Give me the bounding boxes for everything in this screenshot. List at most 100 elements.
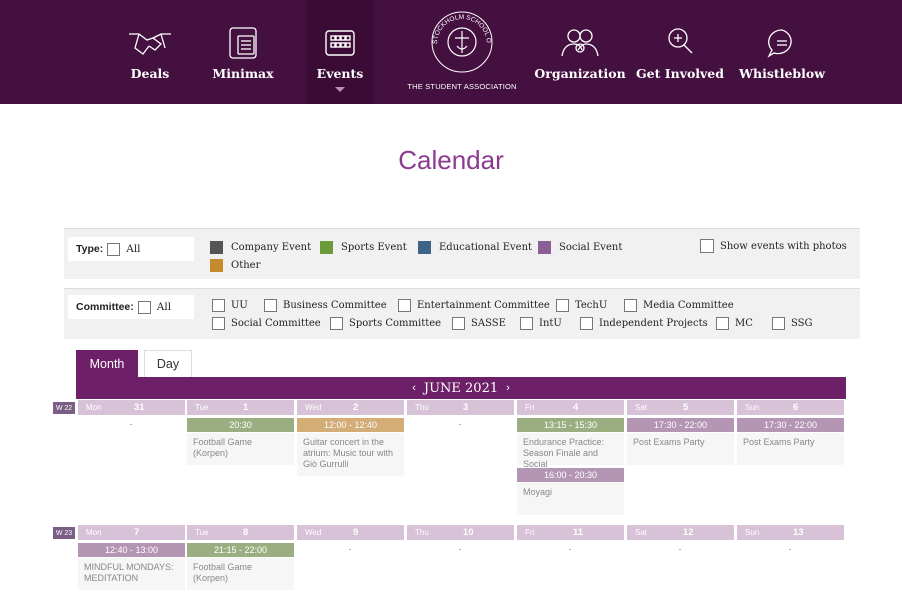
day-header[interactable]: Tue 8 (187, 525, 294, 540)
committee-filter-social[interactable]: Social Committee (208, 317, 321, 330)
event-title[interactable]: Post Exams Party (737, 433, 844, 465)
type-filter-label: Type: All (68, 237, 194, 261)
committee-all-checkbox[interactable] (137, 300, 151, 314)
day-header[interactable]: Sun 13 (737, 525, 844, 540)
event-title[interactable]: MINDFUL MONDAYS: MEDITATION (78, 558, 185, 590)
people-icon (561, 29, 599, 57)
event-time[interactable]: 13:15 - 15:30 (517, 418, 624, 432)
nav-organization[interactable]: Organization (534, 0, 626, 104)
checkbox[interactable] (716, 317, 729, 330)
committee-filter-ssg[interactable]: SSG (768, 317, 813, 330)
nav-minimax[interactable]: Minimax (206, 0, 280, 104)
event-title[interactable]: Football Game (Korpen) (187, 558, 294, 590)
day-name: Mon (86, 403, 102, 412)
event-title[interactable]: Endurance Practice: Season Finale and So… (517, 433, 624, 469)
checkbox[interactable] (772, 317, 785, 330)
type-filter-social[interactable]: Social Event (538, 241, 622, 254)
day-number: 31 (134, 402, 145, 413)
event-title[interactable]: Post Exams Party (627, 433, 734, 465)
event-time[interactable]: 16:00 - 20:30 (517, 468, 624, 482)
event-time[interactable]: 12:00 - 12:40 (297, 418, 404, 432)
day-name: Thu (415, 528, 429, 537)
empty-day-marker: - (568, 544, 572, 554)
day-header[interactable]: Fri 11 (517, 525, 624, 540)
event-time[interactable]: 17:30 - 22:00 (737, 418, 844, 432)
day-number: 8 (243, 527, 249, 538)
nav-events[interactable]: Events (306, 0, 374, 104)
checkbox[interactable] (624, 299, 637, 312)
nav-deals[interactable]: Deals (118, 0, 182, 104)
checkbox[interactable] (580, 317, 593, 330)
checkbox[interactable] (398, 299, 411, 312)
empty-day-marker: - (678, 544, 682, 554)
day-number: 3 (463, 402, 469, 413)
nav-label: Deals (130, 66, 170, 81)
show-photos-toggle[interactable]: Show events with photos (700, 239, 847, 253)
checkbox[interactable] (520, 317, 533, 330)
color-swatch (210, 259, 223, 272)
day-header[interactable]: Wed 2 (297, 400, 404, 415)
day-header[interactable]: Fri 4 (517, 400, 624, 415)
checkbox[interactable] (452, 317, 465, 330)
committee-filter-techu[interactable]: TechU (552, 299, 607, 312)
type-filter-educational[interactable]: Educational Event (418, 241, 532, 254)
day-name: Thu (415, 403, 429, 412)
committee-filter-business[interactable]: Business Committee (260, 299, 387, 312)
day-header[interactable]: Wed 9 (297, 525, 404, 540)
type-filter-company[interactable]: Company Event (210, 241, 311, 254)
prev-month-button[interactable]: ‹ (412, 382, 416, 394)
event-time[interactable]: 20:30 (187, 418, 294, 432)
day-number: 1 (243, 402, 249, 413)
committee-filter-independent[interactable]: Independent Projects (576, 317, 708, 330)
checkbox[interactable] (212, 317, 225, 330)
committee-filter-sasse[interactable]: SASSE (448, 317, 506, 330)
type-filter-sports[interactable]: Sports Event (320, 241, 407, 254)
day-header[interactable]: Thu 10 (407, 525, 514, 540)
nav-whistleblow[interactable]: Whistleblow (739, 0, 825, 104)
event-title[interactable]: Moyagi (517, 483, 624, 515)
committee-filter-intu[interactable]: IntU (516, 317, 562, 330)
checkbox[interactable] (264, 299, 277, 312)
next-month-button[interactable]: › (506, 382, 510, 394)
committee-filter-media[interactable]: Media Committee (620, 299, 734, 312)
empty-day-marker: - (788, 544, 792, 554)
event-title[interactable]: Football Game (Korpen) (187, 433, 294, 465)
event-title[interactable]: Guitar concert in the atrium: Music tour… (297, 433, 404, 476)
tab-day[interactable]: Day (144, 350, 192, 377)
day-header[interactable]: Mon 7 (78, 525, 185, 540)
committee-filter-uu[interactable]: UU (208, 299, 248, 312)
checkbox[interactable] (556, 299, 569, 312)
day-name: Sun (745, 403, 760, 412)
tab-month[interactable]: Month (76, 350, 138, 377)
day-header[interactable]: Thu 3 (407, 400, 514, 415)
event-time[interactable]: 17:30 - 22:00 (627, 418, 734, 432)
day-header[interactable]: Sat 5 (627, 400, 734, 415)
nav-label: Whistleblow (739, 66, 825, 81)
day-header[interactable]: Mon 31 (78, 400, 185, 415)
day-name: Sat (635, 528, 648, 537)
show-photos-checkbox[interactable] (700, 239, 714, 253)
event-time[interactable]: 12:40 - 13:00 (78, 543, 185, 557)
month-label: JUNE 2021 (423, 380, 499, 396)
logo-subtitle: THE STUDENT ASSOCIATION (407, 82, 517, 91)
checkbox[interactable] (330, 317, 343, 330)
event-time[interactable]: 21:15 - 22:00 (187, 543, 294, 557)
committee-filter-mc[interactable]: MC (712, 317, 753, 330)
type-filter-other[interactable]: Other (210, 259, 260, 272)
day-header[interactable]: Sat 12 (627, 525, 734, 540)
day-header[interactable]: Sun 6 (737, 400, 844, 415)
day-header[interactable]: Tue 1 (187, 400, 294, 415)
nav-get-involved[interactable]: Get Involved (636, 0, 724, 104)
day-number: 12 (683, 527, 694, 538)
logo[interactable]: STOCKHOLM SCHOOL OF ECONOMICS THE STUDEN… (402, 0, 522, 104)
checkbox[interactable] (212, 299, 225, 312)
day-number: 6 (793, 402, 799, 413)
type-all-checkbox[interactable] (107, 242, 121, 256)
day-name: Sat (635, 403, 648, 412)
committee-filter-sports[interactable]: Sports Committee (326, 317, 441, 330)
phone-card-icon (229, 27, 257, 59)
week-number-label: W 22 (53, 402, 75, 414)
committee-filter-entertainment[interactable]: Entertainment Committee (394, 299, 550, 312)
page-title: Calendar (398, 145, 504, 175)
caret-down-icon (335, 87, 345, 92)
